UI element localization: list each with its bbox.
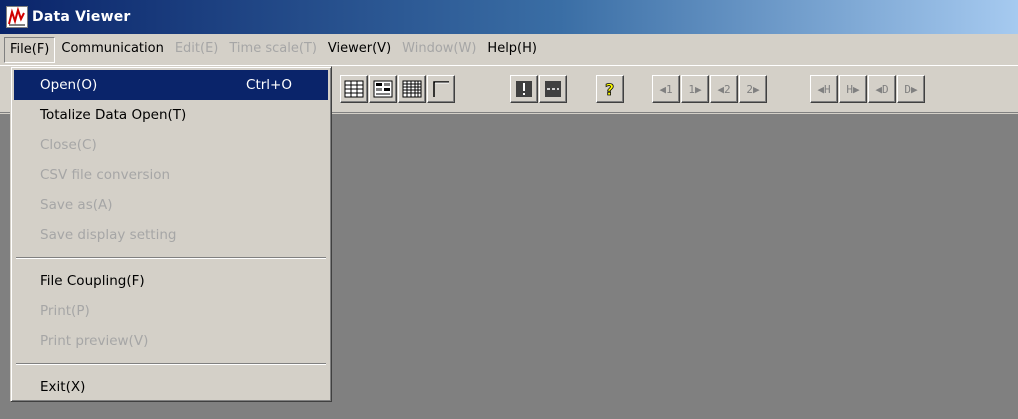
menu-item-print-preview[interactable]: Print preview(V) [14, 326, 328, 356]
menu-item-close[interactable]: Close(C) [14, 130, 328, 160]
menu-window[interactable]: Window(W) [397, 37, 481, 63]
marker-2-right-button[interactable]: 2▶ [739, 75, 767, 103]
day-left-button[interactable]: ◀D [868, 75, 896, 103]
data-list-icon [373, 80, 393, 98]
marker-1-right-button[interactable]: 1▶ [681, 75, 709, 103]
menu-separator [16, 257, 326, 259]
menu-item-save-as[interactable]: Save as(A) [14, 190, 328, 220]
day-right-button[interactable]: D▶ [897, 75, 925, 103]
axis-view-icon [431, 80, 451, 98]
day-right-icon: D▶ [904, 82, 918, 96]
menu-item-save-display-setting[interactable]: Save display setting [14, 220, 328, 250]
axis-view-button[interactable] [427, 75, 455, 103]
marker-2-left-icon: ◀2 [717, 82, 731, 96]
info-icon [514, 80, 534, 98]
menu-item-open-shortcut: Ctrl+O [246, 77, 292, 93]
chart-line-icon [6, 6, 28, 28]
table-view-button[interactable] [340, 75, 368, 103]
menu-item-csv-conversion[interactable]: CSV file conversion [14, 160, 328, 190]
menu-item-open[interactable]: Open(O) Ctrl+O [14, 70, 328, 100]
svg-text:?: ? [605, 80, 614, 99]
marker-2-right-icon: 2▶ [746, 82, 760, 96]
info-button[interactable] [510, 75, 538, 103]
menu-viewer[interactable]: Viewer(V) [323, 37, 396, 63]
hour-right-icon: H▶ [846, 82, 860, 96]
menu-item-print[interactable]: Print(P) [14, 296, 328, 326]
window-title: Data Viewer [32, 9, 131, 25]
grid-view-icon [402, 80, 422, 98]
day-left-icon: ◀D [875, 82, 889, 96]
help-icon: ? [600, 79, 620, 99]
hour-left-icon: ◀H [817, 82, 831, 96]
menu-item-open-label: Open(O) [40, 77, 98, 93]
help-button[interactable]: ? [596, 75, 624, 103]
menu-file[interactable]: File(F) [4, 36, 56, 63]
title-bar: Data Viewer [0, 0, 1018, 34]
file-menu-dropdown: Open(O) Ctrl+O Totalize Data Open(T) Clo… [10, 66, 332, 402]
marker-1-left-icon: ◀1 [659, 82, 673, 96]
marker-2-left-button[interactable]: ◀2 [710, 75, 738, 103]
menu-item-exit[interactable]: Exit(X) [14, 372, 328, 402]
menu-edit[interactable]: Edit(E) [170, 37, 224, 63]
data-list-button[interactable] [369, 75, 397, 103]
marker-1-right-icon: 1▶ [688, 82, 702, 96]
menu-time-scale[interactable]: Time scale(T) [224, 37, 322, 63]
menu-bar: File(F) Communication Edit(E) Time scale… [0, 34, 1018, 66]
app-window: Data Viewer File(F) Communication Edit(E… [0, 0, 1018, 419]
hour-right-button[interactable]: H▶ [839, 75, 867, 103]
scale-icon [543, 80, 563, 98]
hour-left-button[interactable]: ◀H [810, 75, 838, 103]
grid-view-button[interactable] [398, 75, 426, 103]
table-view-icon [344, 80, 364, 98]
marker-1-left-button[interactable]: ◀1 [652, 75, 680, 103]
menu-separator [16, 363, 326, 365]
menu-communication[interactable]: Communication [56, 37, 168, 63]
menu-item-totalize-data-open[interactable]: Totalize Data Open(T) [14, 100, 328, 130]
scale-button[interactable] [539, 75, 567, 103]
menu-help[interactable]: Help(H) [482, 37, 542, 63]
menu-item-file-coupling[interactable]: File Coupling(F) [14, 266, 328, 296]
